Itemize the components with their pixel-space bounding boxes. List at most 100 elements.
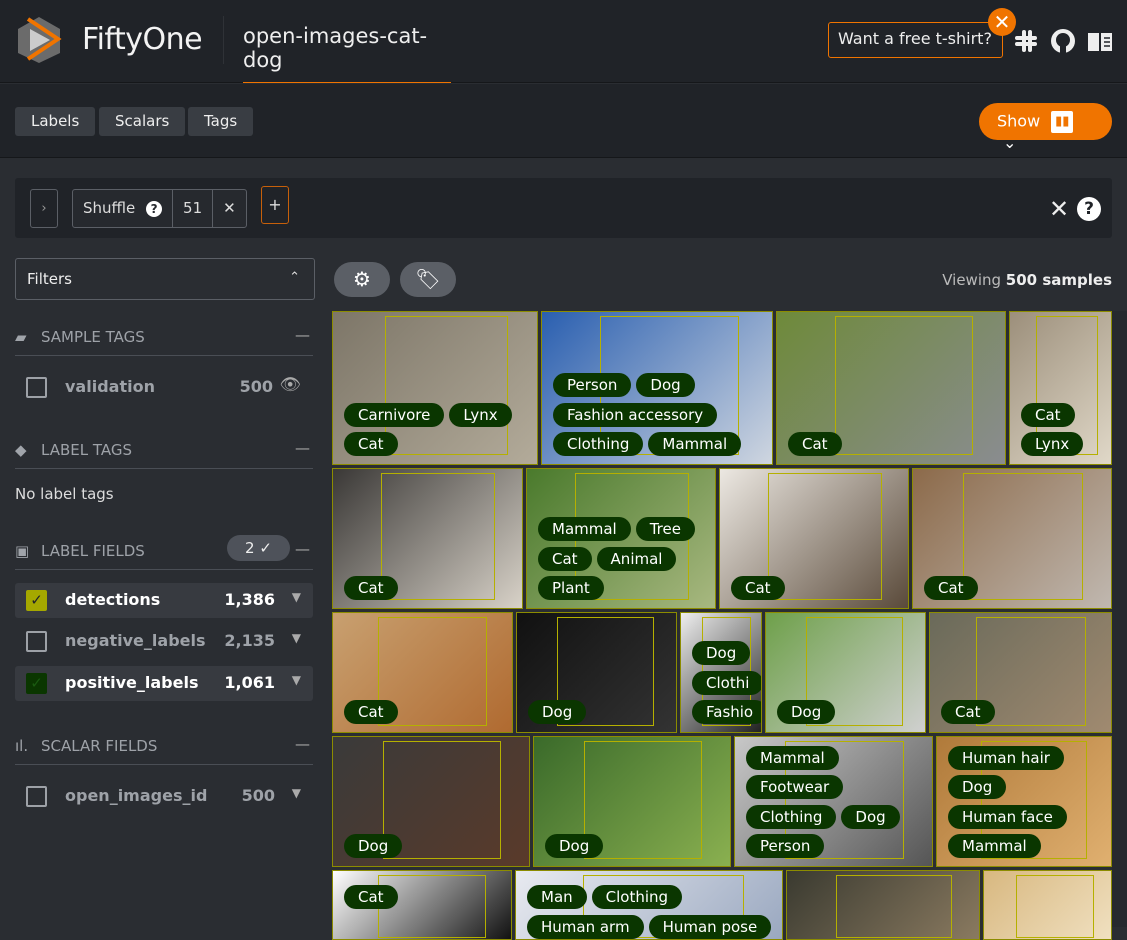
label-pill: Lynx [1021,432,1084,456]
field-positive-labels[interactable]: ✓ positive_labels 1,061 ▼ [15,666,313,701]
bounding-box [1016,875,1094,938]
bounding-box [767,473,882,600]
stage-seed-value[interactable]: 51 [173,190,214,227]
caret-down-icon[interactable]: ▼ [292,590,301,604]
label-pill: Human hair [948,745,1064,770]
label-row: Mammal [948,834,1041,858]
sample-tile[interactable]: Dog [533,736,731,867]
gear-icon: ⚙ [353,267,371,291]
tab-labels[interactable]: Labels [15,107,96,136]
label-row: Clothing Dog [746,804,900,829]
show-label: Show [997,111,1041,131]
label-row: Cat [344,432,398,456]
tab-tags[interactable]: Tags [188,107,254,136]
expand-view-button[interactable]: › [30,189,58,228]
checkbox[interactable] [26,377,47,398]
sample-tile[interactable]: Person Dog Fashion accessory Clothing Mammal [541,311,773,465]
sample-tile[interactable]: Cat Lynx [1009,311,1112,465]
sample-tile[interactable]: Cat [332,468,523,609]
checkbox[interactable]: ✓ [26,590,47,611]
sample-tile[interactable]: Carnivore Lynx Cat [332,311,538,465]
sample-tile[interactable]: Human hair Dog Human face Mammal [936,736,1112,867]
slack-icon[interactable] [1012,27,1040,55]
filters-label: Filters [27,270,72,288]
caret-down-icon[interactable]: ▼ [292,631,301,645]
caret-down-icon[interactable]: ▼ [292,673,301,687]
sample-tile[interactable]: Dog [332,736,530,867]
collapse-icon[interactable]: — [295,439,310,457]
sample-tile[interactable]: Mammal Tree Cat Animal Plant [526,468,716,609]
label-pill: Man [527,885,587,909]
docs-icon[interactable] [1086,27,1114,55]
label-row: Mammal [746,745,839,770]
section-scalar-fields[interactable]: ıl. SCALAR FIELDS — [15,729,313,765]
shuffle-stage[interactable]: Shuffle ? 51 ✕ [72,189,247,228]
collapse-icon[interactable]: — [295,735,310,753]
remove-stage-icon[interactable]: ✕ [213,190,246,227]
sample-tile[interactable] [983,870,1112,940]
sample-tile[interactable]: Cat [912,468,1112,609]
sample-tile[interactable]: Cat [332,612,513,733]
collapse-icon[interactable]: — [295,540,310,558]
label-row: Fashio [692,700,761,724]
label-pill: Clothi [692,670,761,695]
dataset-selector[interactable]: open-images-cat-dog [243,24,451,83]
checkbox[interactable]: ✓ [26,673,47,694]
sample-tile[interactable] [786,870,980,940]
section-sample-tags[interactable]: ▰ SAMPLE TAGS — [15,320,313,356]
label-pill: Dog [948,775,1007,799]
filters-dropdown[interactable]: Filters ⌃ [15,258,315,300]
sample-tile[interactable]: Dog [765,612,926,733]
help-icon[interactable]: ? [146,201,163,217]
label-row: Man Clothing [527,885,683,909]
chevron-up-icon: ⌃ [289,270,300,285]
sample-tile[interactable]: Mammal Footwear Clothing Dog Person [734,736,933,867]
label-row: Footwear [746,775,844,799]
sample-tile[interactable]: Cat [929,612,1112,733]
clear-view-icon[interactable]: ✕ [1049,195,1069,223]
show-plots-button[interactable]: Show ▮▮ ⌄ [979,103,1112,152]
tag-button[interactable]: 🏷 [400,262,456,297]
bounding-box [384,316,509,455]
sample-tag-validation[interactable]: validation 500 👁 [15,370,313,405]
label-pill: Mammal [746,745,839,770]
scrollbar[interactable] [1112,311,1127,927]
settings-button[interactable]: ⚙ [334,262,390,297]
label-row: Dog [344,834,403,858]
checkbox[interactable] [26,631,47,652]
section-label-tags[interactable]: ◆ LABEL TAGS — [15,433,313,469]
label-row: Mammal Tree [538,517,695,541]
fiftyone-logo[interactable] [14,15,64,65]
label-row: Carnivore Lynx [344,402,512,427]
label-pill: Cat [788,432,842,456]
help-icon[interactable]: ? [1077,197,1101,221]
label-pill: Dog [692,641,751,665]
caret-down-icon[interactable]: ▼ [292,786,301,800]
tag-folder-icon: ▰ [15,328,27,346]
chevron-down-icon: ⌄ [1003,133,1017,152]
field-negative-labels[interactable]: negative_labels 2,135 ▼ [15,624,313,659]
tshirt-button[interactable]: Want a free t-shirt? [828,22,1003,58]
sample-tile[interactable]: Dog Clothi Fashio [680,612,762,733]
sample-tile[interactable]: Cat [776,311,1006,465]
label-row: Dog [545,834,604,858]
field-detections[interactable]: ✓ detections 1,386 ▼ [15,583,313,618]
stage-name[interactable]: Shuffle ? [73,190,174,227]
label-row: Person [746,834,825,858]
sample-tile[interactable]: Dog [516,612,677,733]
bounding-box [835,875,952,938]
eye-icon[interactable]: 👁 [279,375,301,395]
github-icon[interactable] [1049,27,1077,55]
sample-tile[interactable]: Cat [719,468,909,609]
label-row: Clothi [692,670,761,695]
add-stage-button[interactable]: + [261,186,289,224]
field-open-images-id[interactable]: open_images_id 500 ▼ [15,779,313,814]
sample-tile[interactable]: Man Clothing Human arm Human pose [515,870,783,940]
checkbox[interactable] [26,786,47,807]
collapse-icon[interactable]: — [295,326,310,344]
selected-fields-badge[interactable]: 2 ✓ [227,535,290,561]
label-row: Cat [924,576,978,600]
sample-tile[interactable]: Cat [332,870,512,940]
tab-scalars[interactable]: Scalars [99,107,186,136]
label-pill: Cat [344,885,398,909]
